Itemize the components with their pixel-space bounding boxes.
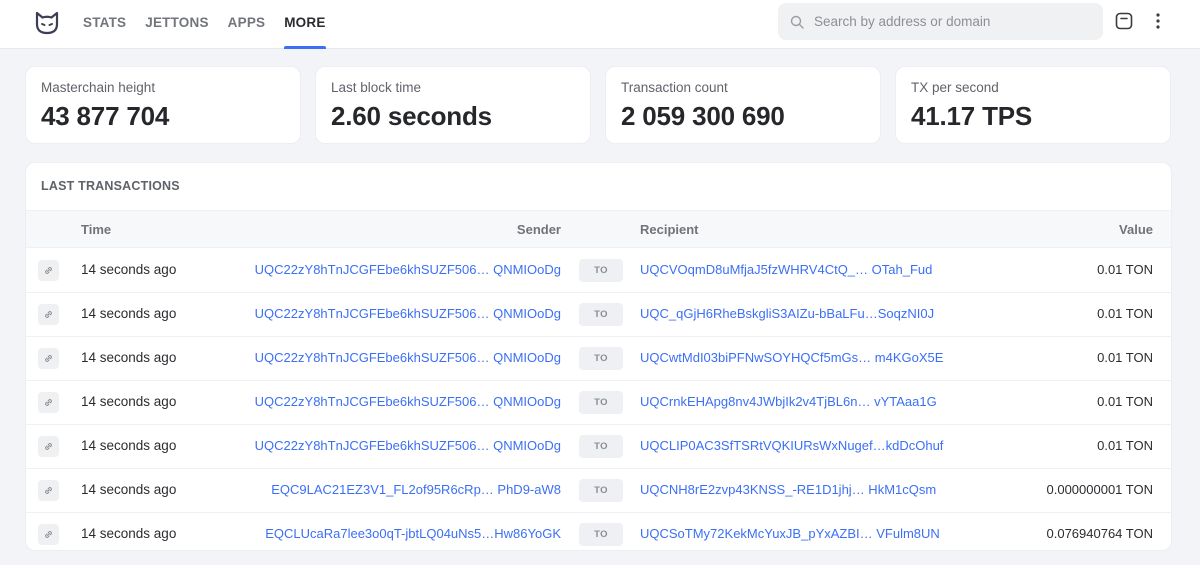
nav-stats[interactable]: STATS — [83, 0, 126, 49]
tx-value: 0.01 TON — [1097, 306, 1153, 321]
sender-address-link[interactable]: UQC22zY8hTnJCGFEbe6khSUZF506… QNMIOoDg — [255, 262, 561, 277]
link-icon[interactable] — [38, 436, 59, 457]
table-row: 14 seconds ago EQC9LAC21EZ3V1_FL2of95R6c… — [26, 469, 1171, 513]
tx-time: 14 seconds ago — [81, 394, 177, 409]
tx-time: 14 seconds ago — [81, 482, 177, 497]
nav-jettons[interactable]: JETTONS — [145, 0, 208, 49]
last-transactions-card: LAST TRANSACTIONS Time Sender Recipient … — [25, 162, 1172, 551]
nav-apps[interactable]: APPS — [228, 0, 266, 49]
stat-card-transaction-count: Transaction count 2 059 300 690 — [605, 66, 881, 144]
tx-time: 14 seconds ago — [81, 526, 177, 541]
tx-value: 0.000000001 TON — [1046, 482, 1154, 497]
more-vertical-icon[interactable] — [1150, 11, 1166, 31]
direction-badge: TO — [579, 303, 623, 326]
section-title: LAST TRANSACTIONS — [41, 179, 180, 193]
direction-badge: TO — [579, 523, 623, 546]
stat-card-masterchain-height: Masterchain height 43 877 704 — [25, 66, 301, 144]
stat-value: 41.17 TPS — [911, 101, 1033, 131]
link-icon[interactable] — [38, 304, 59, 325]
recipient-address-link[interactable]: UQCSoTMy72KekMcYuxJB_pYxAZBI… VFulm8UN — [640, 526, 940, 541]
cat-logo-icon[interactable] — [34, 10, 60, 36]
table-row: 14 seconds ago UQC22zY8hTnJCGFEbe6khSUZF… — [26, 381, 1171, 425]
link-icon[interactable] — [38, 524, 59, 545]
stat-value: 2 059 300 690 — [621, 101, 785, 131]
link-icon[interactable] — [38, 480, 59, 501]
recipient-address-link[interactable]: UQCrnkEHApg8nv4JWbjIk2v4TjBL6n… vYTAaa1G — [640, 394, 937, 409]
top-bar: STATS JETTONS APPS MORE — [0, 0, 1200, 49]
sender-address-link[interactable]: UQC22zY8hTnJCGFEbe6khSUZF506… QNMIOoDg — [255, 394, 561, 409]
table-row: 14 seconds ago EQCLUcaRa7lee3o0qT-jbtLQ0… — [26, 513, 1171, 550]
theme-toggle-icon[interactable] — [1114, 11, 1134, 31]
stat-card-last-block-time: Last block time 2.60 seconds — [315, 66, 591, 144]
sender-address-link[interactable]: UQC22zY8hTnJCGFEbe6khSUZF506… QNMIOoDg — [255, 350, 561, 365]
table-row: 14 seconds ago UQC22zY8hTnJCGFEbe6khSUZF… — [26, 337, 1171, 381]
sender-address-link[interactable]: EQC9LAC21EZ3V1_FL2of95R6cRp… PhD9-aW8 — [271, 482, 561, 497]
recipient-address-link[interactable]: UQCwtMdI03biPFNwSOYHQCf5mGs… m4KGoX5E — [640, 350, 943, 365]
tx-value: 0.01 TON — [1097, 394, 1153, 409]
main-nav: STATS JETTONS APPS MORE — [83, 0, 345, 49]
column-value: Value — [1119, 222, 1153, 237]
tx-value: 0.01 TON — [1097, 262, 1153, 277]
tx-time: 14 seconds ago — [81, 438, 177, 453]
tx-time: 14 seconds ago — [81, 306, 177, 321]
direction-badge: TO — [579, 479, 623, 502]
stat-card-tps: TX per second 41.17 TPS — [895, 66, 1171, 144]
tx-time: 14 seconds ago — [81, 350, 177, 365]
sender-address-link[interactable]: UQC22zY8hTnJCGFEbe6khSUZF506… QNMIOoDg — [255, 438, 561, 453]
nav-more[interactable]: MORE — [284, 0, 326, 49]
tx-value: 0.01 TON — [1097, 350, 1153, 365]
direction-badge: TO — [579, 391, 623, 414]
link-icon[interactable] — [38, 260, 59, 281]
tx-time: 14 seconds ago — [81, 262, 177, 277]
column-time: Time — [81, 222, 112, 237]
stat-label: Last block time — [331, 80, 422, 95]
sender-address-link[interactable]: EQCLUcaRa7lee3o0qT-jbtLQ04uNs5…Hw86YoGK — [265, 526, 561, 541]
recipient-address-link[interactable]: UQC_qGjH6RheBskgliS3AIZu-bBaLFu…SoqzNI0J — [640, 306, 934, 321]
search-icon — [790, 15, 804, 29]
table-row: 14 seconds ago UQC22zY8hTnJCGFEbe6khSUZF… — [26, 425, 1171, 469]
recipient-address-link[interactable]: UQCNH8rE2zvp43KNSS_-RE1D1jhj… HkM1cQsm — [640, 482, 936, 497]
direction-badge: TO — [579, 259, 623, 282]
link-icon[interactable] — [38, 348, 59, 369]
tx-value: 0.076940764 TON — [1046, 526, 1154, 541]
sender-address-link[interactable]: UQC22zY8hTnJCGFEbe6khSUZF506… QNMIOoDg — [255, 306, 561, 321]
direction-badge: TO — [579, 347, 623, 370]
link-icon[interactable] — [38, 392, 59, 413]
stat-label: Masterchain height — [41, 80, 156, 95]
recipient-address-link[interactable]: UQCLIP0AC3SfTSRtVQKIURsWxNugef…kdDcOhuf — [640, 438, 943, 453]
table-row: 14 seconds ago UQC22zY8hTnJCGFEbe6khSUZF… — [26, 249, 1171, 293]
stat-label: TX per second — [911, 80, 999, 95]
tx-value: 0.01 TON — [1097, 438, 1153, 453]
column-sender: Sender — [516, 222, 561, 237]
search-input[interactable] — [814, 14, 1084, 29]
table-row: 14 seconds ago UQC22zY8hTnJCGFEbe6khSUZF… — [26, 293, 1171, 337]
column-recipient: Recipient — [640, 222, 699, 237]
recipient-address-link[interactable]: UQCVOqmD8uMfjaJ5fzWHRV4CtQ_… OTah_Fud — [640, 262, 932, 277]
stat-label: Transaction count — [621, 80, 728, 95]
stat-value: 43 877 704 — [41, 101, 170, 131]
direction-badge: TO — [579, 435, 623, 458]
stat-value: 2.60 seconds — [331, 101, 492, 131]
table-header: Time Sender Recipient Value — [26, 210, 1171, 248]
search-box[interactable] — [778, 3, 1103, 40]
